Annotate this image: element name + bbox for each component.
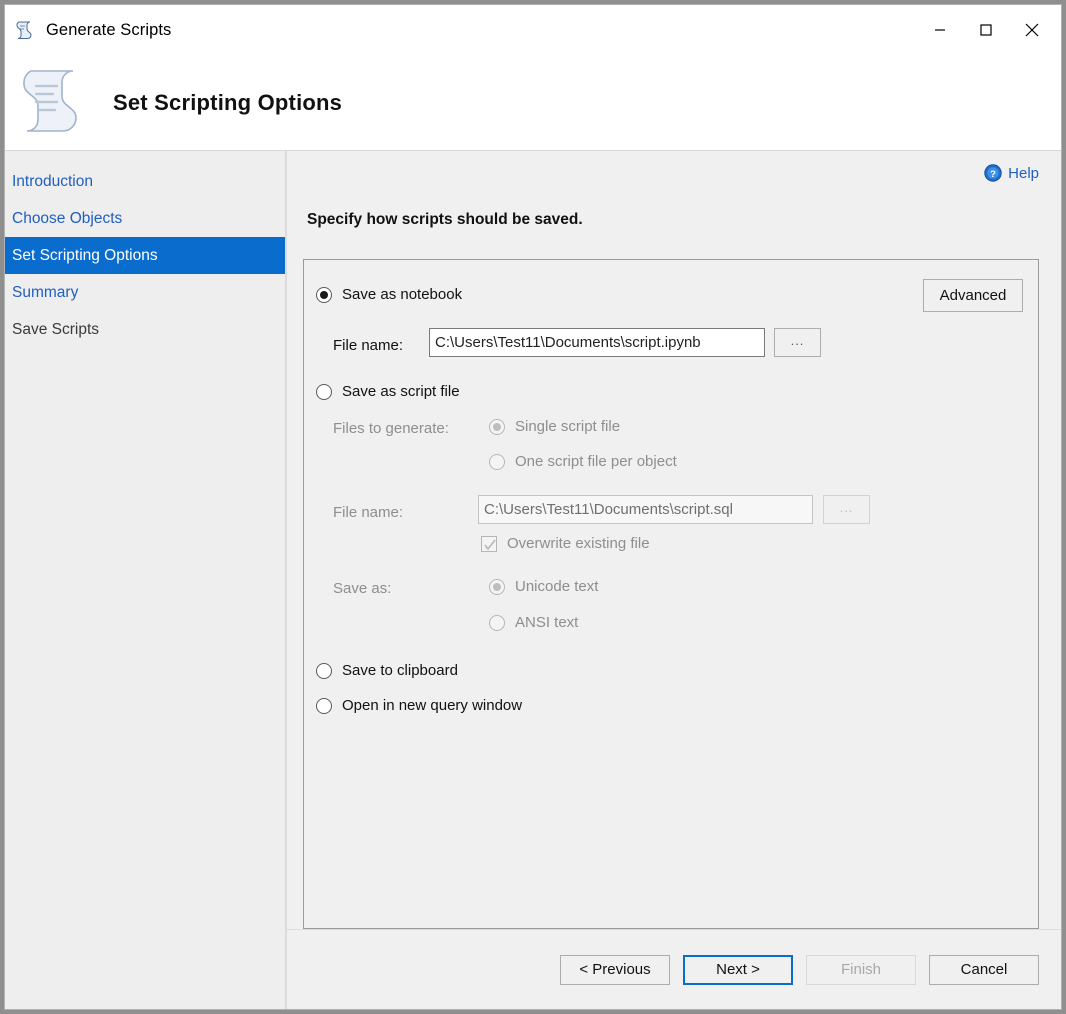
save-as-script-file-option[interactable]: Save as script file (316, 383, 460, 400)
notebook-file-name-label: File name: (333, 337, 403, 354)
next-button[interactable]: Next > (683, 955, 793, 985)
sidebar-item-choose-objects[interactable]: Choose Objects (5, 200, 285, 237)
one-script-file-per-object-radio[interactable] (489, 454, 505, 470)
ansi-text-label: ANSI text (515, 614, 578, 631)
maximize-button[interactable] (963, 14, 1009, 46)
one-script-file-per-object-label: One script file per object (515, 453, 677, 470)
script-scroll-icon (15, 19, 37, 41)
save-as-notebook-label: Save as notebook (342, 286, 462, 303)
window-title: Generate Scripts (46, 21, 171, 40)
page-header: Set Scripting Options (5, 55, 1061, 150)
script-browse-button[interactable]: ... (823, 495, 870, 524)
script-file-name-label: File name: (333, 504, 403, 521)
ansi-text-radio[interactable] (489, 615, 505, 631)
finish-button: Finish (806, 955, 916, 985)
help-row: ? Help (287, 151, 1061, 195)
save-as-script-file-label: Save as script file (342, 383, 460, 400)
sidebar-item-introduction[interactable]: Introduction (5, 163, 285, 200)
dialog-footer: < Previous Next > Finish Cancel (287, 929, 1061, 1009)
wizard-steps-sidebar: Introduction Choose Objects Set Scriptin… (5, 151, 287, 1009)
help-circle-icon: ? (984, 164, 1002, 182)
page-title: Set Scripting Options (113, 90, 342, 116)
single-script-file-radio[interactable] (489, 419, 505, 435)
help-link[interactable]: ? Help (984, 164, 1039, 182)
save-as-notebook-radio[interactable] (316, 287, 332, 303)
notebook-browse-button[interactable]: ... (774, 328, 821, 357)
sidebar-item-set-scripting-options[interactable]: Set Scripting Options (5, 237, 285, 274)
close-button[interactable] (1009, 14, 1055, 46)
save-to-clipboard-option[interactable]: Save to clipboard (316, 662, 458, 679)
save-to-clipboard-radio[interactable] (316, 663, 332, 679)
previous-button[interactable]: < Previous (560, 955, 670, 985)
save-to-clipboard-label: Save to clipboard (342, 662, 458, 679)
title-bar: Generate Scripts (5, 5, 1061, 55)
sidebar-item-save-scripts[interactable]: Save Scripts (5, 311, 285, 348)
open-in-new-query-window-option[interactable]: Open in new query window (316, 697, 522, 714)
script-file-name-input[interactable]: C:\Users\Test11\Documents\script.sql (478, 495, 813, 524)
unicode-text-option[interactable]: Unicode text (489, 578, 598, 595)
content-pane: ? Help Specify how scripts should be sav… (287, 151, 1061, 1009)
instruction-text: Specify how scripts should be saved. (307, 211, 1061, 229)
ansi-text-option[interactable]: ANSI text (489, 614, 578, 631)
script-scroll-icon (17, 63, 91, 143)
cancel-button[interactable]: Cancel (929, 955, 1039, 985)
open-in-new-query-window-label: Open in new query window (342, 697, 522, 714)
one-script-file-per-object-option[interactable]: One script file per object (489, 453, 677, 470)
overwrite-existing-file-option[interactable]: Overwrite existing file (481, 535, 650, 552)
single-script-file-label: Single script file (515, 418, 620, 435)
save-options-groupbox: Advanced Save as notebook File name: C:\… (303, 259, 1039, 929)
notebook-file-name-input[interactable]: C:\Users\Test11\Documents\script.ipynb (429, 328, 765, 357)
save-as-notebook-option[interactable]: Save as notebook (316, 286, 462, 303)
save-as-label: Save as: (333, 580, 391, 597)
advanced-button[interactable]: Advanced (923, 279, 1023, 312)
generate-scripts-dialog: Generate Scripts (4, 4, 1062, 1010)
unicode-text-label: Unicode text (515, 578, 598, 595)
unicode-text-radio[interactable] (489, 579, 505, 595)
minimize-button[interactable] (917, 14, 963, 46)
open-in-new-query-window-radio[interactable] (316, 698, 332, 714)
window-controls (917, 14, 1055, 46)
save-as-script-file-radio[interactable] (316, 384, 332, 400)
overwrite-existing-file-checkbox[interactable] (481, 536, 497, 552)
help-label: Help (1008, 165, 1039, 182)
sidebar-item-summary[interactable]: Summary (5, 274, 285, 311)
overwrite-existing-file-label: Overwrite existing file (507, 535, 650, 552)
dialog-body: Introduction Choose Objects Set Scriptin… (5, 150, 1061, 1009)
files-to-generate-label: Files to generate: (333, 420, 449, 437)
single-script-file-option[interactable]: Single script file (489, 418, 620, 435)
svg-text:?: ? (990, 169, 996, 180)
